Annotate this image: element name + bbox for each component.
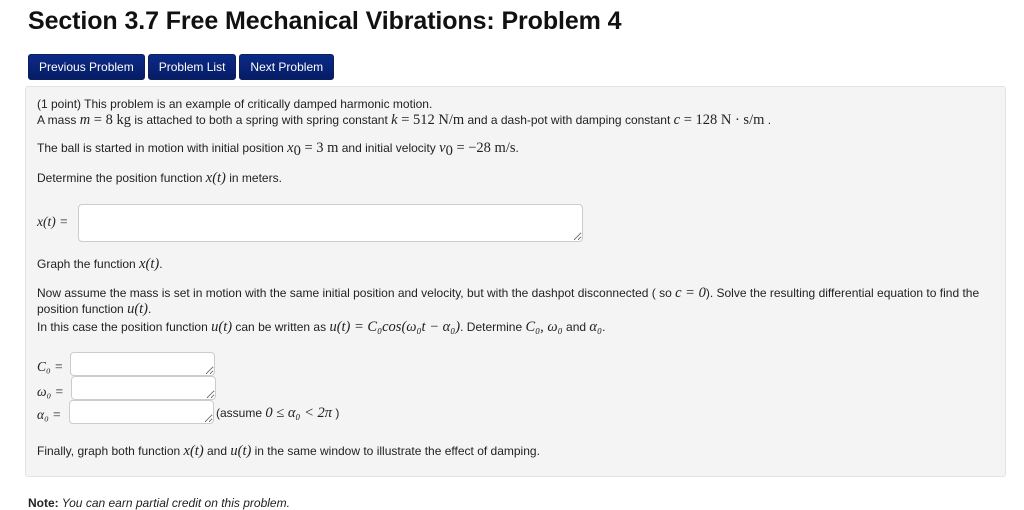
previous-problem-button[interactable]: Previous Problem bbox=[28, 54, 145, 80]
graph-x-sentence: Graph the function x(t). bbox=[37, 256, 163, 272]
text: . Determine bbox=[460, 320, 526, 334]
text: Determine the position function bbox=[37, 171, 206, 185]
math-c-zero: c = 0 bbox=[675, 285, 706, 301]
text: . bbox=[515, 141, 519, 155]
x-t-label: x(t) = bbox=[37, 214, 69, 229]
math-u-t: u(t) bbox=[127, 301, 148, 317]
subscript: 0 bbox=[445, 143, 453, 159]
problem-intro: (1 point) This problem is an example of … bbox=[37, 97, 433, 111]
omega0-label: ω₀ = bbox=[37, 384, 64, 399]
text: Finally, graph both function bbox=[37, 444, 184, 458]
form-sentence: In this case the position function u(t) … bbox=[37, 319, 605, 335]
text: . bbox=[148, 302, 152, 316]
alpha0-answer-input[interactable] bbox=[69, 400, 214, 424]
math-c0-omega0: C₀, ω₀ bbox=[525, 319, 563, 335]
next-problem-button[interactable]: Next Problem bbox=[239, 54, 335, 80]
problem-panel: (1 point) This problem is an example of … bbox=[25, 86, 1006, 477]
page-title: Section 3.7 Free Mechanical Vibrations: … bbox=[28, 7, 622, 35]
text: ). Solve the resulting differential equa… bbox=[705, 286, 980, 300]
problem-nav: Previous Problem Problem List Next Probl… bbox=[28, 54, 335, 80]
math-x-t: x(t) bbox=[205, 170, 226, 186]
text: The ball is started in motion with initi… bbox=[37, 141, 288, 155]
text: . bbox=[602, 320, 606, 334]
text: and a dash-pot with damping constant bbox=[464, 113, 674, 127]
text: position function bbox=[37, 302, 128, 316]
text: and bbox=[562, 320, 590, 334]
undamped-sentence: Now assume the mass is set in motion wit… bbox=[37, 285, 979, 301]
text: ) bbox=[332, 406, 340, 420]
subscript: 0 bbox=[293, 143, 301, 159]
initial-conditions-sentence: The ball is started in motion with initi… bbox=[37, 140, 519, 159]
determine-x-sentence: Determine the position function x(t) in … bbox=[37, 170, 282, 186]
x-t-answer-input[interactable] bbox=[78, 204, 583, 242]
undamped-sentence-line2: position function u(t). bbox=[37, 301, 151, 317]
text: A mass bbox=[37, 113, 80, 127]
text: can be written as bbox=[232, 320, 330, 334]
text: (assume bbox=[216, 406, 266, 420]
math-m: m bbox=[79, 112, 91, 128]
math-alpha0: α₀ bbox=[589, 319, 603, 335]
text: Now assume the mass is set in motion wit… bbox=[37, 286, 676, 300]
text: and bbox=[203, 444, 231, 458]
text: . bbox=[159, 257, 163, 271]
text: in the same window to illustrate the eff… bbox=[251, 444, 540, 458]
math-c-value: = 128 N · s/m bbox=[680, 112, 765, 128]
math-u-t: u(t) bbox=[211, 319, 233, 335]
math-alpha-range: 0 ≤ α₀ < 2π bbox=[265, 405, 333, 421]
text: in meters. bbox=[225, 171, 282, 185]
math-u-t: u(t) bbox=[230, 443, 252, 459]
text: In this case the position function bbox=[37, 320, 212, 334]
problem-list-button[interactable]: Problem List bbox=[147, 54, 237, 80]
mass-sentence: A mass m = 8 kg is attached to both a sp… bbox=[37, 112, 771, 128]
c0-answer-input[interactable] bbox=[70, 352, 215, 376]
math-v0-value: = −28 m/s bbox=[452, 140, 516, 156]
alpha0-label: α₀ = bbox=[37, 407, 62, 422]
math-k-value: = 512 N/m bbox=[397, 112, 465, 128]
text: is attached to both a spring with spring… bbox=[130, 113, 392, 127]
text: Graph the function bbox=[37, 257, 140, 271]
text: . bbox=[764, 113, 772, 127]
omega0-answer-input[interactable] bbox=[71, 376, 216, 400]
final-sentence: Finally, graph both function x(t) and u(… bbox=[37, 443, 540, 459]
text: and initial velocity bbox=[338, 141, 440, 155]
math-x-t: x(t) bbox=[139, 256, 160, 272]
math-x-t: x(t) bbox=[183, 443, 204, 459]
math-x0-value: = 3 m bbox=[300, 140, 339, 156]
c0-label: C₀ = bbox=[37, 359, 64, 374]
alpha0-hint: (assume 0 ≤ α₀ < 2π ) bbox=[216, 405, 339, 421]
math-u-formula: u(t) = C₀cos(ω₀t − α₀) bbox=[329, 319, 461, 335]
math-m-value: = 8 kg bbox=[90, 112, 131, 128]
